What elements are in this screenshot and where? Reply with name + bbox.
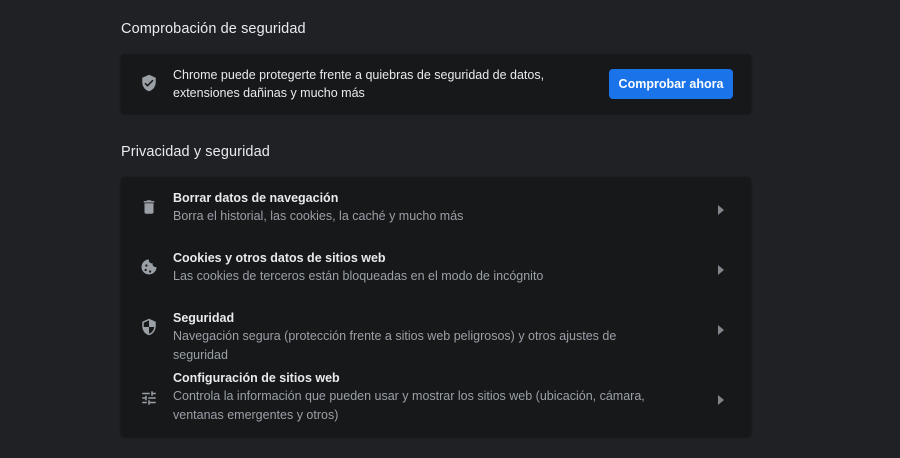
chevron-right-icon	[717, 262, 725, 275]
safety-check-heading: Comprobación de seguridad	[121, 21, 306, 37]
trash-icon	[139, 197, 159, 217]
cookies-label: Cookies y otros datos de sitios web	[173, 251, 386, 265]
safety-check-description: Chrome puede protegerte frente a quiebra…	[173, 68, 545, 100]
clear-browsing-data-label: Borrar datos de navegación	[173, 191, 339, 205]
chevron-right-icon	[717, 392, 725, 405]
cookies-sublabel: Las cookies de terceros están bloqueadas…	[173, 269, 544, 283]
site-settings-label: Configuración de sitios web	[173, 371, 340, 385]
safety-check-card: Chrome puede protegerte frente a quiebra…	[121, 54, 751, 113]
cookie-icon	[139, 257, 159, 277]
privacy-heading: Privacidad y seguridad	[121, 144, 270, 160]
clear-browsing-data-row[interactable]: Borrar datos de navegación Borra el hist…	[121, 177, 751, 237]
chevron-right-icon	[717, 202, 725, 215]
chevron-right-icon	[717, 322, 725, 335]
shield-icon	[139, 317, 159, 337]
settings-page: Comprobación de seguridad Chrome puede p…	[0, 0, 900, 458]
privacy-card: Borrar datos de navegación Borra el hist…	[121, 177, 751, 436]
check-now-button[interactable]: Comprobar ahora	[609, 69, 733, 99]
cookies-row[interactable]: Cookies y otros datos de sitios web Las …	[121, 237, 751, 297]
shield-check-icon	[139, 73, 159, 93]
security-row[interactable]: Seguridad Navegación segura (protección …	[121, 297, 751, 362]
security-label: Seguridad	[173, 311, 235, 325]
clear-browsing-data-sublabel: Borra el historial, las cookies, la cach…	[173, 209, 464, 223]
tune-icon	[139, 388, 159, 408]
site-settings-row[interactable]: Configuración de sitios web Controla la …	[121, 357, 751, 436]
site-settings-sublabel: Controla la información que pueden usar …	[173, 389, 645, 422]
